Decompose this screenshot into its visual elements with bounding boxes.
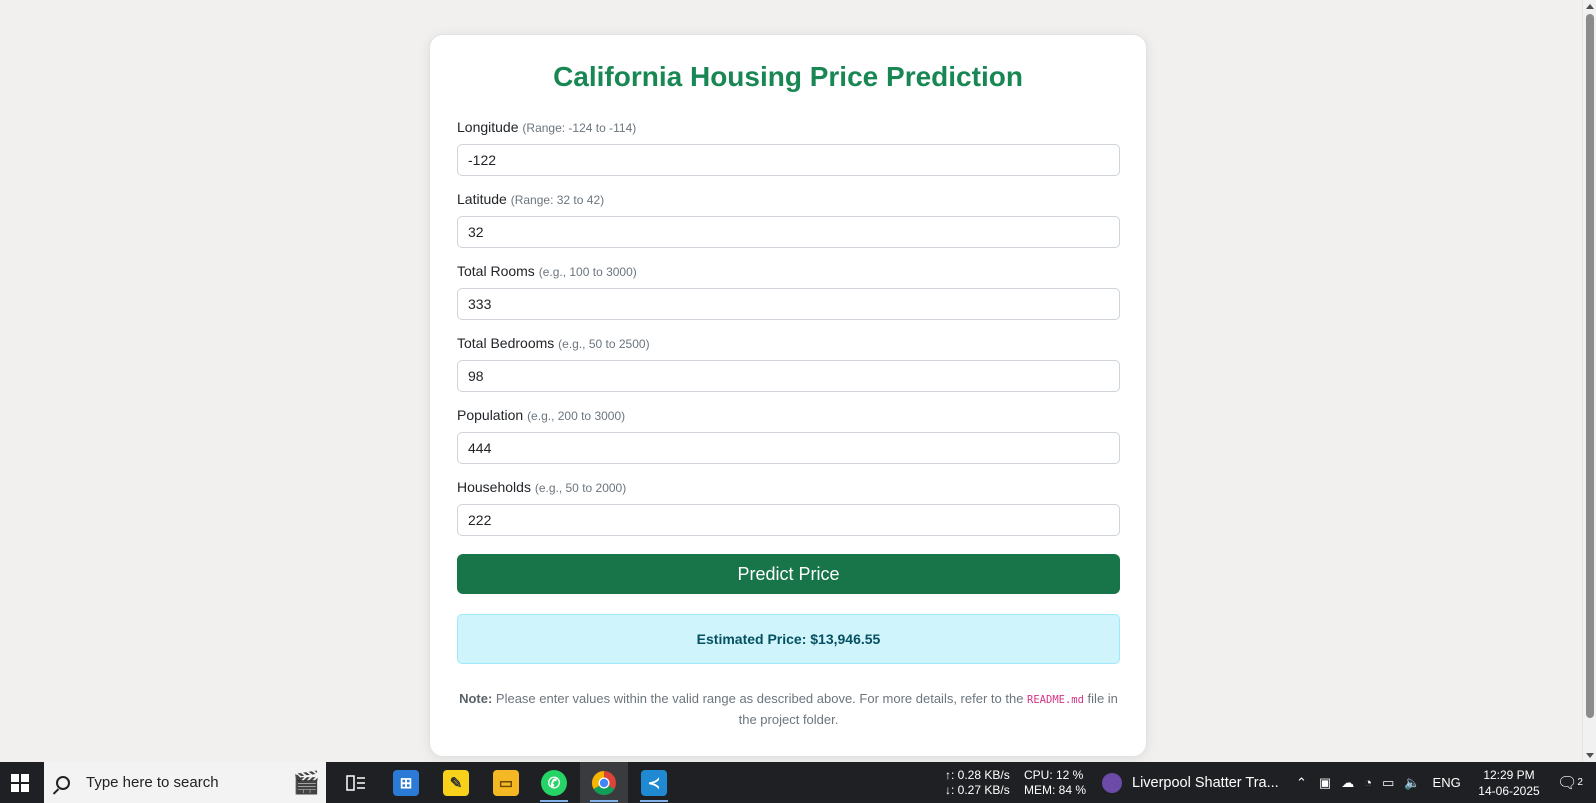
microsoft-store-button[interactable]: ⊞ bbox=[382, 762, 430, 803]
total-bedrooms-hint: (e.g., 50 to 2500) bbox=[558, 337, 650, 351]
latitude-field: Latitude (Range: 32 to 42) bbox=[457, 189, 1120, 248]
mem-usage: MEM: 84 % bbox=[1024, 783, 1087, 797]
search-highlight-icon: 🎬 bbox=[292, 769, 320, 795]
windows-taskbar: Type here to search 🎬 ⊞ ✎ ▭ ✆ ≺ ↑: 0.28 … bbox=[0, 762, 1596, 803]
language-indicator[interactable]: ENG bbox=[1433, 775, 1461, 790]
population-hint: (e.g., 200 to 3000) bbox=[527, 409, 626, 423]
file-explorer-button[interactable]: ▭ bbox=[482, 762, 530, 803]
net-download: ↓: 0.27 KB/s bbox=[945, 783, 1010, 797]
battery-icon[interactable]: ▭ bbox=[1382, 775, 1394, 791]
media-title: Liverpool Shatter Tra... bbox=[1132, 774, 1279, 791]
note-body-before: Please enter values within the valid ran… bbox=[492, 691, 1028, 706]
net-upload: ↑: 0.28 KB/s bbox=[945, 768, 1010, 782]
total-bedrooms-input[interactable] bbox=[457, 360, 1120, 392]
system-tray: ⌃ ▣ ☁ ◔ ▭ 🔈 ENG bbox=[1296, 762, 1461, 803]
total-rooms-input[interactable] bbox=[457, 288, 1120, 320]
windows-logo-icon bbox=[11, 773, 29, 792]
microsoft-store-icon: ⊞ bbox=[393, 769, 419, 796]
system-stats: CPU: 12 % MEM: 84 % bbox=[1024, 768, 1086, 798]
active-indicator bbox=[590, 800, 618, 802]
browser-viewport: California Housing Price Prediction Long… bbox=[0, 0, 1582, 762]
network-stats: ↑: 0.28 KB/s ↓: 0.27 KB/s bbox=[945, 768, 1010, 798]
taskbar-clock[interactable]: 12:29 PM 14-06-2025 bbox=[1478, 767, 1540, 799]
total-rooms-label: Total Rooms bbox=[457, 263, 535, 279]
chevron-up-icon[interactable]: ⌃ bbox=[1296, 775, 1307, 791]
whatsapp-button[interactable]: ✆ bbox=[530, 762, 578, 803]
longitude-label: Longitude bbox=[457, 119, 519, 135]
households-hint: (e.g., 50 to 2000) bbox=[534, 481, 627, 495]
clock-time: 12:29 PM bbox=[1483, 768, 1535, 782]
wifi-icon[interactable]: ◔ bbox=[1364, 775, 1372, 790]
population-field: Population (e.g., 200 to 3000) bbox=[457, 405, 1120, 464]
media-widget[interactable]: Liverpool Shatter Tra... bbox=[1102, 762, 1279, 803]
total-rooms-hint: (e.g., 100 to 3000) bbox=[538, 265, 637, 279]
notification-count: 2 bbox=[1577, 777, 1583, 788]
media-app-icon bbox=[1102, 772, 1122, 793]
chrome-button[interactable] bbox=[580, 762, 628, 803]
page-title: California Housing Price Prediction bbox=[553, 61, 1023, 92]
latitude-label: Latitude bbox=[457, 191, 507, 207]
latitude-input[interactable] bbox=[457, 216, 1120, 248]
chrome-icon bbox=[591, 770, 616, 795]
search-icon bbox=[56, 775, 70, 790]
task-view-button[interactable] bbox=[332, 762, 380, 803]
scrollbar-thumb[interactable] bbox=[1586, 14, 1594, 718]
start-button[interactable] bbox=[0, 762, 40, 803]
page-scrollbar[interactable] bbox=[1582, 0, 1596, 762]
longitude-hint: (Range: -124 to -114) bbox=[522, 121, 637, 135]
latitude-hint: (Range: 32 to 42) bbox=[510, 193, 605, 207]
volume-icon[interactable]: 🔈 bbox=[1404, 775, 1420, 791]
sticky-notes-button[interactable]: ✎ bbox=[432, 762, 480, 803]
prediction-card: California Housing Price Prediction Long… bbox=[429, 34, 1147, 757]
predict-price-button[interactable]: Predict Price bbox=[457, 554, 1120, 594]
total-bedrooms-label: Total Bedrooms bbox=[457, 335, 555, 351]
note-text: Note: Please enter values within the val… bbox=[457, 689, 1120, 730]
households-field: Households (e.g., 50 to 2000) bbox=[457, 477, 1120, 536]
task-view-icon bbox=[346, 774, 365, 791]
total-bedrooms-field: Total Bedrooms (e.g., 50 to 2500) bbox=[457, 333, 1120, 392]
taskbar-search-box[interactable]: Type here to search 🎬 bbox=[44, 762, 326, 803]
longitude-input[interactable] bbox=[457, 144, 1120, 176]
households-input[interactable] bbox=[457, 504, 1120, 536]
scroll-up-icon[interactable] bbox=[1586, 4, 1594, 9]
cpu-usage: CPU: 12 % bbox=[1024, 768, 1084, 782]
meet-now-icon[interactable]: ▣ bbox=[1319, 775, 1331, 791]
sticky-notes-icon: ✎ bbox=[443, 769, 469, 796]
active-indicator bbox=[540, 800, 568, 802]
notification-center-button[interactable]: 🗨 2 bbox=[1550, 762, 1590, 803]
active-indicator bbox=[640, 800, 668, 802]
search-placeholder: Type here to search bbox=[86, 774, 219, 791]
clock-date: 14-06-2025 bbox=[1478, 784, 1540, 798]
households-label: Households bbox=[457, 479, 531, 495]
file-explorer-icon: ▭ bbox=[493, 769, 519, 796]
vscode-icon: ≺ bbox=[641, 769, 667, 796]
readme-code: README.md bbox=[1027, 694, 1084, 706]
onedrive-cloud-icon[interactable]: ☁ bbox=[1341, 775, 1354, 791]
population-label: Population bbox=[457, 407, 524, 423]
estimated-price-alert: Estimated Price: $13,946.55 bbox=[457, 614, 1120, 664]
whatsapp-icon: ✆ bbox=[541, 769, 567, 796]
note-label: Note: bbox=[459, 691, 493, 706]
scroll-down-icon[interactable] bbox=[1586, 753, 1594, 758]
longitude-field: Longitude (Range: -124 to -114) bbox=[457, 117, 1120, 176]
population-input[interactable] bbox=[457, 432, 1120, 464]
notification-icon: 🗨 bbox=[1557, 774, 1578, 792]
vscode-button[interactable]: ≺ bbox=[630, 762, 678, 803]
total-rooms-field: Total Rooms (e.g., 100 to 3000) bbox=[457, 261, 1120, 320]
